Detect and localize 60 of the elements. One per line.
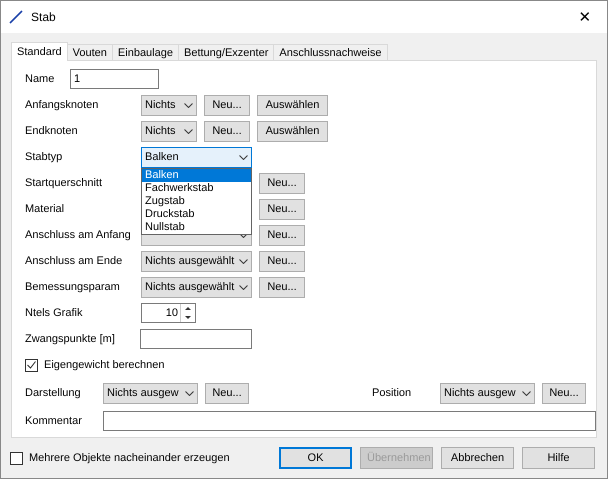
field-label: Endknoten [25,125,79,137]
field-label: Anschluss am Ende [25,255,124,267]
select-button[interactable]: Auswählen [257,94,328,116]
field-label: Kommentar [25,415,83,427]
caret-icon [184,102,193,108]
field-label: Darstellung [25,387,82,399]
new-button[interactable]: Neu... [259,198,305,220]
dropdown-option[interactable]: Balken [142,168,251,182]
new-button[interactable]: Neu... [204,94,250,116]
dropdown-option[interactable]: Fachwerkstab [142,182,251,194]
new-button[interactable]: Neu... [259,250,305,272]
caret-icon [239,284,248,290]
caret-icon [239,232,248,238]
field-label: Zwangspunkte [m] [25,333,116,345]
dialog-button[interactable]: Hilfe [522,447,595,469]
select-button[interactable]: Auswählen [257,120,328,142]
close-button[interactable]: ✕ [563,1,607,33]
field-label: Bemessungsparam [25,281,121,293]
combo-box[interactable]: Nichts [141,94,197,116]
tab[interactable]: Einbaulage [112,44,179,61]
tab[interactable]: Bettung/Exzenter [178,44,274,61]
caret-icon [184,128,193,134]
caret-icon [239,154,248,160]
dialog-button[interactable]: OK [279,447,352,469]
caret-icon [522,390,531,396]
field-label: Startquerschnitt [25,177,104,189]
checkbox-label: Mehrere Objekte nacheinander erzeugen [29,452,231,464]
new-button[interactable]: Neu... [259,224,305,246]
input-field[interactable] [102,411,596,431]
caret-icon [185,390,194,396]
field-label: Name [25,73,56,85]
input-field[interactable] [140,329,252,349]
new-button[interactable]: Neu... [205,382,249,404]
combo-box[interactable]: Nichts [141,120,197,142]
tab[interactable]: Standard [11,42,68,61]
dialog-button[interactable]: Abbrechen [441,447,514,469]
new-button[interactable]: Neu... [204,120,250,142]
line-icon [9,10,23,24]
input-field[interactable]: 1 [70,69,159,89]
field-label: Stabtyp [25,151,64,163]
field-label: Anschluss am Anfang [25,229,132,241]
field-label: Anfangsknoten [25,99,100,111]
combo-box[interactable]: Nichts ausgewählt [141,250,252,272]
field-label: Position [372,387,412,399]
new-button[interactable]: Neu... [259,172,305,194]
combo-box[interactable]: Nichts ausgew [103,382,198,404]
combo-box[interactable]: Nichts ausgew [440,382,535,404]
tab[interactable]: Anschlussnachweise [273,44,388,61]
new-button[interactable]: Neu... [259,276,305,298]
window-title: Stab [31,10,57,24]
checkbox[interactable] [25,358,38,372]
checkbox-label: Eigengewicht berechnen [44,359,164,371]
new-button[interactable]: Neu... [542,382,586,404]
field-label: Material [25,203,66,215]
combo-box[interactable]: Nichts ausgewählt [141,276,252,298]
checkmark-icon [27,361,36,369]
spin-box[interactable]: 10 [141,303,196,323]
checkbox[interactable] [10,452,23,464]
field-label: Ntels Grafik [25,307,84,319]
caret-icon [239,258,248,264]
